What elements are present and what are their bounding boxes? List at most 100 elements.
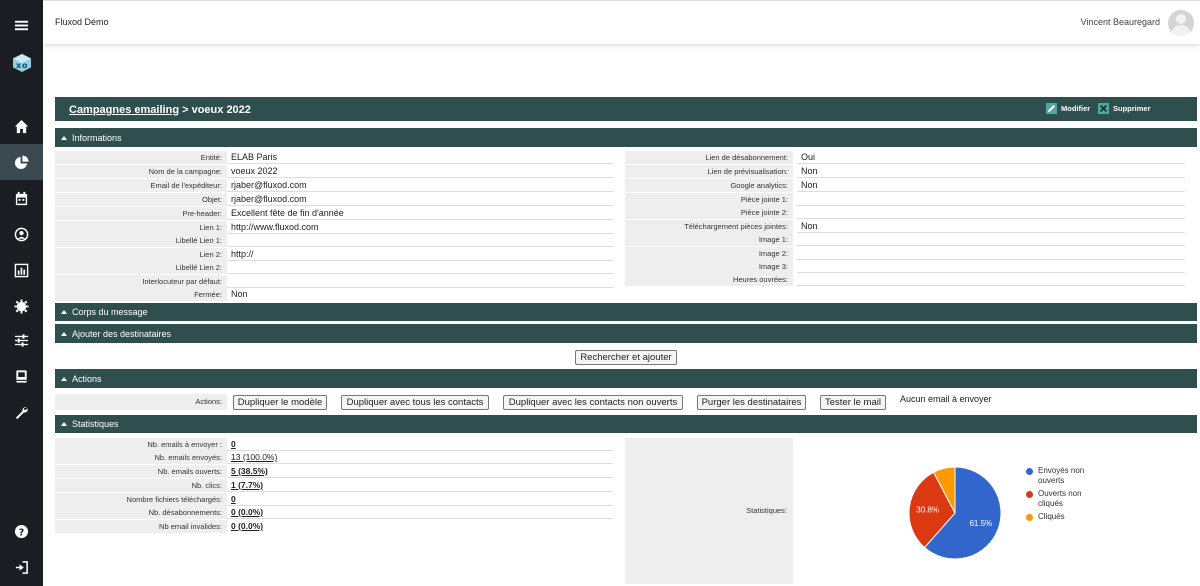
breadcrumb: Campagnes emailing > voeux 2022: [69, 104, 251, 116]
sidebar-item-home[interactable]: [0, 108, 43, 144]
section-actions[interactable]: Actions: [55, 369, 1197, 388]
purge-recipients-button[interactable]: Purger les destinataires: [697, 395, 806, 410]
info-label: Interlocuteur par défaut:: [55, 275, 227, 288]
caret-up-icon: [61, 376, 67, 381]
stats-row-unsubscribes: Nb. désabonnements: 0 (0.0%): [55, 506, 613, 519]
info-value: [797, 193, 1185, 206]
stats-chart-label: Statistiques:: [625, 438, 793, 584]
stats-value-link[interactable]: 0: [227, 493, 613, 506]
sidebar-item-reports[interactable]: [0, 252, 43, 288]
caret-up-icon: [61, 135, 67, 140]
stats-row-downloads: Nombre fichiers téléchargés: 0: [55, 493, 613, 506]
svg-text:?: ?: [19, 527, 24, 538]
caret-up-icon: [61, 422, 67, 426]
info-value: Non: [231, 289, 248, 299]
delete-label: Supprimer: [1113, 104, 1151, 113]
modify-button[interactable]: Modifier: [1046, 103, 1090, 114]
logo-icon: x o: [12, 54, 31, 72]
info-label: Image 1:: [625, 233, 793, 246]
info-row-image-3: Image 3:: [625, 260, 1185, 273]
stats-value-link[interactable]: 0 (0.0%): [227, 506, 613, 519]
duplicate-template-button[interactable]: Dupliquer le modèle: [233, 395, 327, 410]
info-row-link-2-label: Libellé Lien 2:: [55, 261, 614, 274]
legend-text: Ouverts non cliqués: [1038, 489, 1082, 508]
info-value: ELAB Paris: [227, 151, 614, 164]
stats-label: Nb. clics:: [55, 479, 227, 492]
home-icon: [14, 119, 29, 133]
wrench-icon: [15, 406, 28, 419]
info-row-link-1: Lien 1: http://www.fluxod.com: [55, 221, 614, 234]
legend-text: Envoyés non ouverts: [1038, 466, 1085, 485]
close-icon: [1098, 103, 1109, 114]
duplicate-all-contacts-button[interactable]: Dupliquer avec tous les contacts: [341, 395, 489, 410]
info-row-google-analytics: Google analytics: Non: [625, 179, 1185, 192]
sidebar-item-calendar[interactable]: [0, 180, 43, 216]
stats-value-link[interactable]: 1 (7.7%): [227, 479, 613, 492]
info-row-attachment-download: Téléchargement pièces jointes: Non: [625, 220, 1185, 233]
stats-value-link[interactable]: 0 (0.0%): [227, 520, 613, 533]
help-button[interactable]: ?: [0, 513, 43, 549]
stats-label: Nombre fichiers téléchargés:: [55, 493, 227, 506]
info-value: Excellent fête de fin d'année: [227, 207, 614, 220]
section-informations[interactable]: Informations: [55, 128, 1197, 147]
logout-icon: [15, 560, 28, 574]
top-header: Fluxod Démo Vincent Beauregard: [43, 0, 1200, 44]
info-value: [227, 261, 614, 274]
user-name[interactable]: Vincent Beauregard: [1081, 17, 1160, 27]
info-label: Entité:: [55, 151, 227, 164]
menu-button[interactable]: [0, 7, 43, 43]
delete-button[interactable]: Supprimer: [1098, 103, 1151, 114]
info-value: http://www.fluxod.com: [227, 221, 614, 234]
info-value: Non: [797, 179, 1185, 192]
info-value: rjaber@fluxod.com: [227, 179, 614, 192]
book-icon: [16, 369, 27, 383]
stats-row-sent: Nb. emails envoyés: 13 (100.0%): [55, 451, 613, 464]
logo[interactable]: x o: [0, 45, 43, 81]
info-label: Lien 1:: [55, 221, 227, 234]
stats-row-to-send: Nb. emails à envoyer : 0: [55, 438, 613, 451]
info-label: Image 2:: [625, 247, 793, 260]
search-and-add-button[interactable]: Rechercher et ajouter: [575, 350, 677, 365]
sidebar-item-contacts[interactable]: [0, 216, 43, 252]
breadcrumb-separator: >: [179, 104, 192, 116]
sidebar-item-docs[interactable]: [0, 358, 43, 394]
stats-row-opened: Nb. emails ouverts: 5 (38.5%): [55, 465, 613, 478]
info-label: Lien de prévisualisation:: [625, 165, 793, 178]
stats-row-invalid: Nb email invalides: 0 (0.0%): [55, 520, 613, 533]
info-row-unsubscribe-link: Lien de désabonnement: Oui: [625, 151, 1185, 164]
actions-status: Aucun email à envoyer: [900, 394, 992, 404]
gear-icon: [14, 298, 29, 314]
stats-value-link[interactable]: 13 (100.0%): [227, 451, 613, 464]
bar-chart-icon: [14, 263, 29, 277]
sidebar-item-tools[interactable]: [0, 394, 43, 430]
sidebar-item-filters[interactable]: [0, 322, 43, 358]
duplicate-unopened-contacts-button[interactable]: Dupliquer avec les contacts non ouverts: [503, 395, 683, 410]
test-mail-button[interactable]: Tester le mail: [820, 395, 886, 410]
info-row-sender-email: Email de l'expéditeur: rjaber@fluxod.com: [55, 179, 614, 192]
info-row-image-2: Image 2:: [625, 247, 1185, 260]
sidebar: x o ?: [0, 0, 43, 586]
info-row-subject: Objet: rjaber@fluxod.com: [55, 193, 614, 206]
info-label: Google analytics:: [625, 179, 793, 192]
section-add-recipients[interactable]: Ajouter des destinataires: [55, 324, 1197, 343]
section-add-recipients-label: Ajouter des destinataires: [72, 328, 172, 339]
info-row-preheader: Pre-header: Excellent fête de fin d'anné…: [55, 207, 614, 220]
logout-button[interactable]: [0, 549, 43, 585]
info-label: Heures ouvrées:: [625, 273, 793, 286]
calendar-icon: [15, 191, 28, 205]
info-row-entity: Entité: ELAB Paris: [55, 151, 614, 164]
section-statistics[interactable]: Statistiques: [55, 415, 1197, 433]
info-label: Pièce jointe 1:: [625, 193, 793, 206]
info-value: Non: [797, 220, 1185, 233]
section-message-body[interactable]: Corps du message: [55, 303, 1197, 321]
info-row-campaign-name: Nom de la campagne: voeux 2022: [55, 165, 614, 178]
stats-value-link[interactable]: 0: [227, 438, 613, 451]
sidebar-item-campaigns[interactable]: [0, 144, 43, 180]
breadcrumb-link-campaigns[interactable]: Campagnes emailing: [69, 104, 179, 116]
avatar[interactable]: [1168, 10, 1194, 36]
stats-value-link[interactable]: 5 (38.5%): [227, 465, 613, 478]
stats-row-clicks: Nb. clics: 1 (7.7%): [55, 479, 613, 492]
caret-up-icon: [61, 331, 67, 336]
sidebar-item-settings[interactable]: [0, 288, 43, 324]
stats-label: Nb. désabonnements:: [55, 506, 227, 519]
